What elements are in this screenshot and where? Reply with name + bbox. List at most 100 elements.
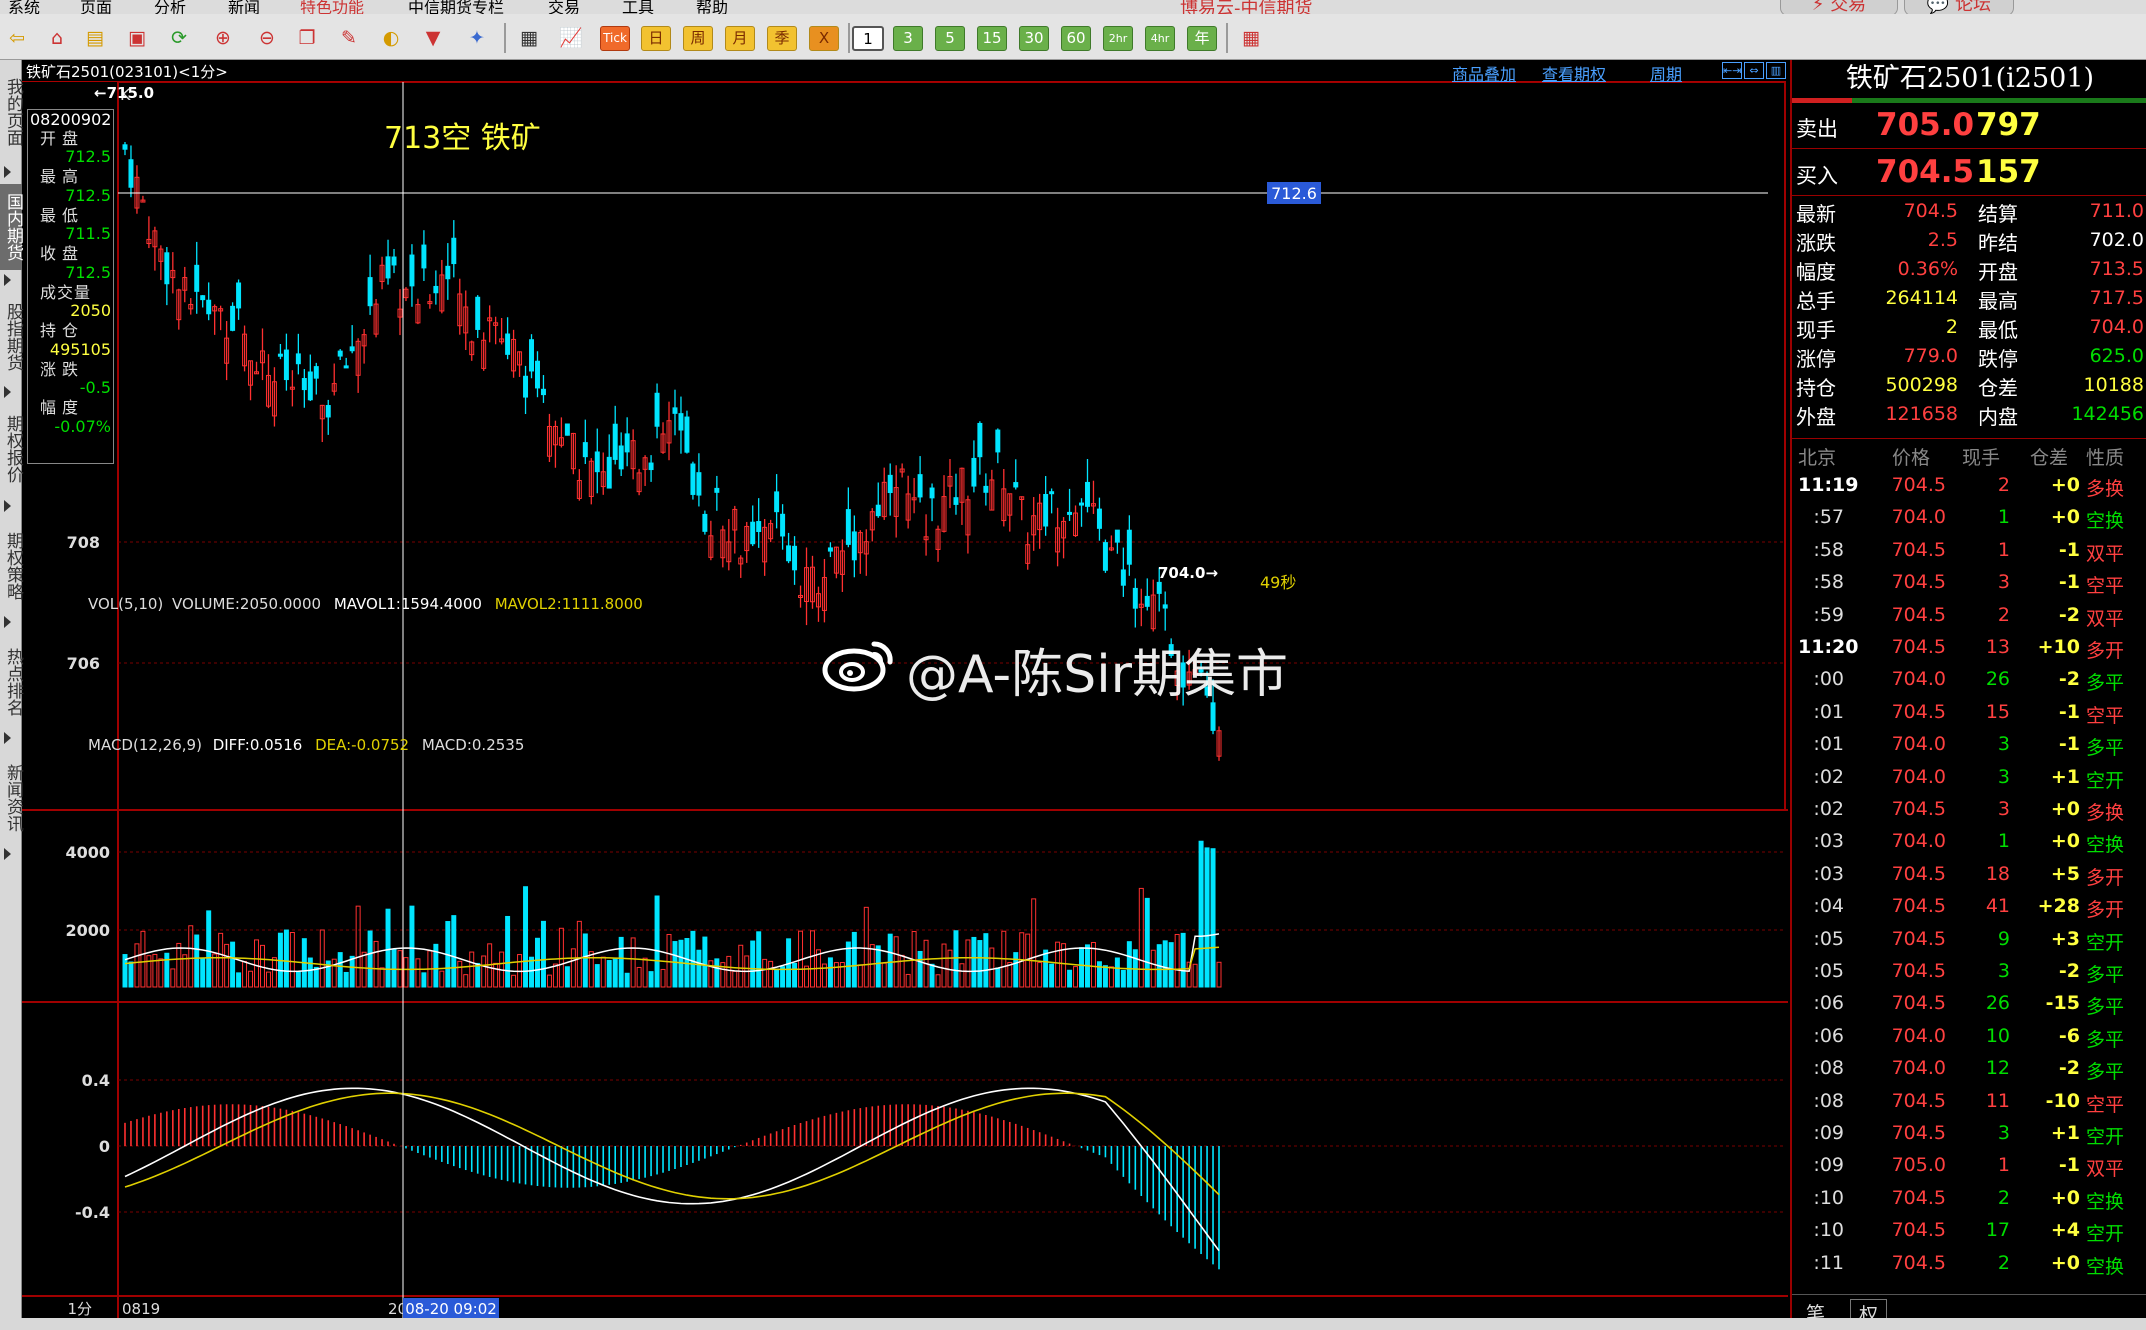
tick-button[interactable]: Tick [600, 26, 630, 51]
quote-value: 0.36% [1897, 258, 1958, 280]
kline-chart[interactable]: 708 706 4000 2000 0.4 0 -0.4 K 712.6 ←71… [22, 82, 1788, 1318]
volume-bar [618, 936, 624, 988]
tick-oi-change: +3 [2050, 927, 2080, 950]
volume-bar [810, 930, 815, 988]
refresh-icon[interactable]: ⟳ [164, 24, 194, 52]
zoom-out-icon[interactable]: ⊖ [252, 24, 282, 52]
tick-volume: 2 [1997, 603, 2010, 626]
back-icon[interactable]: ⇦ [2, 24, 32, 52]
quote-value: 717.5 [2089, 287, 2144, 309]
volume-bar [833, 962, 839, 988]
tick-time: :04 [1813, 895, 1844, 918]
volume-bar [672, 941, 678, 988]
forum-button[interactable]: 💬 论坛 [1904, 0, 2014, 14]
period-30min[interactable]: 30 [1019, 26, 1049, 51]
layout-icon[interactable]: ▥ [1766, 62, 1786, 79]
volume-bar [1007, 962, 1013, 988]
period-4hr[interactable]: 4hr [1145, 26, 1175, 51]
tab-domestic-futures[interactable]: 国内期货 [0, 184, 23, 270]
menu-system[interactable]: 系统 [8, 0, 40, 14]
menu-tools[interactable]: 工具 [622, 0, 654, 14]
volume-bar [953, 930, 959, 988]
expand-arrow-icon[interactable] [4, 274, 11, 286]
menu-news[interactable]: 新闻 [228, 0, 260, 14]
grid-icon[interactable]: ▦ [1236, 24, 1266, 52]
tick-time: :02 [1813, 798, 1844, 820]
menu-features[interactable]: 特色功能 [300, 0, 364, 14]
notebook-icon[interactable]: ▤ [80, 24, 110, 52]
tab-index-futures[interactable]: 股指期货 [0, 292, 23, 382]
funnel-icon[interactable]: ▼ [418, 24, 448, 52]
window-icon[interactable]: ❐ [292, 24, 322, 52]
shrink-icon[interactable]: ⇤⇥ [1722, 62, 1742, 79]
volume-bar [989, 947, 995, 988]
status-bar [0, 1318, 2146, 1330]
pen-icon[interactable]: ✎ [334, 24, 364, 52]
volume-bar [1114, 957, 1120, 988]
expand-arrow-icon[interactable] [4, 500, 11, 512]
col-type: 性质 [2086, 447, 2125, 469]
period-day[interactable]: 日 [641, 26, 671, 51]
macd-legend-macd: MACD:0.2535 [422, 736, 525, 754]
tick-table-header: 北京 价格 现手 仓差 性质 [1792, 438, 2146, 469]
trade-button[interactable]: ⚡ 交易 [1780, 0, 1898, 14]
menu-trade[interactable]: 交易 [548, 0, 580, 14]
candle-body [995, 429, 1001, 453]
tab-options-quote[interactable]: 期权报价 [0, 404, 23, 494]
tab-options-strategy[interactable]: 期权策略 [0, 520, 23, 612]
period-custom-x[interactable]: X [809, 26, 839, 51]
tick-volume: 13 [1985, 636, 2010, 658]
quote-label: 开盘 [1978, 260, 2018, 284]
zoom-in-icon[interactable]: ⊕ [208, 24, 238, 52]
candle-body [535, 360, 540, 389]
candle-body [612, 423, 618, 460]
tab-my-page[interactable]: 我的页面 [0, 62, 23, 162]
candle-body [540, 388, 546, 396]
table-icon[interactable]: ▦ [514, 24, 544, 52]
period-5min[interactable]: 5 [935, 26, 965, 51]
period-year[interactable]: 年 [1187, 26, 1217, 51]
tick-time: :03 [1813, 862, 1844, 885]
new-icon[interactable]: ✦ [462, 24, 492, 52]
period-month[interactable]: 月 [725, 26, 755, 51]
menu-help[interactable]: 帮助 [696, 0, 728, 14]
tab-news[interactable]: 新闻资讯 [0, 752, 23, 844]
period-2hr[interactable]: 2hr [1103, 26, 1133, 51]
expand-arrow-icon[interactable] [4, 732, 11, 744]
period-3min[interactable]: 3 [893, 26, 923, 51]
volume-bar [558, 927, 564, 988]
menu-analysis[interactable]: 分析 [154, 0, 186, 14]
volume-bar [271, 957, 277, 988]
period-1min[interactable]: 1 [852, 26, 884, 51]
report-icon[interactable]: ▣ [122, 24, 152, 52]
tab-hot-ranking[interactable]: 热点排名 [0, 636, 23, 728]
expand-arrow-icon[interactable] [4, 616, 11, 628]
menu-citic-column[interactable]: 中信期货专栏 [408, 0, 504, 14]
chart-line-icon[interactable]: 📈 [556, 24, 586, 52]
volume-bar [1079, 947, 1084, 988]
tick-volume: 3 [1997, 1122, 2010, 1144]
quote-label: 结算 [1978, 202, 2018, 226]
period-week[interactable]: 周 [683, 26, 713, 51]
expand-arrow-icon[interactable] [4, 166, 11, 178]
expand-arrow-icon[interactable] [4, 386, 11, 398]
period-15min[interactable]: 15 [977, 26, 1007, 51]
expand-icon[interactable]: ⇔ [1744, 62, 1764, 79]
tick-oi-change: +0 [2050, 798, 2080, 820]
volume-bar [756, 931, 762, 988]
home-icon[interactable]: ⌂ [42, 24, 72, 52]
period-60min[interactable]: 60 [1061, 26, 1091, 51]
candle-body [750, 521, 756, 545]
volume-bar [564, 966, 570, 988]
volume-bar [1204, 847, 1210, 988]
tick-time: :59 [1813, 603, 1844, 626]
menu-page[interactable]: 页面 [80, 0, 112, 14]
candle-body [529, 339, 534, 372]
expand-arrow-icon[interactable] [4, 848, 11, 860]
volume-bar [1049, 963, 1055, 988]
tick-row: :01 704.5 15 -1 空平 [1792, 697, 2146, 730]
palette-icon[interactable]: ◐ [376, 24, 406, 52]
tick-row: :01 704.0 3 -1 多平 [1792, 729, 2146, 762]
period-quarter[interactable]: 季 [767, 26, 797, 51]
low-marker-value: 704.0 [1158, 564, 1205, 582]
